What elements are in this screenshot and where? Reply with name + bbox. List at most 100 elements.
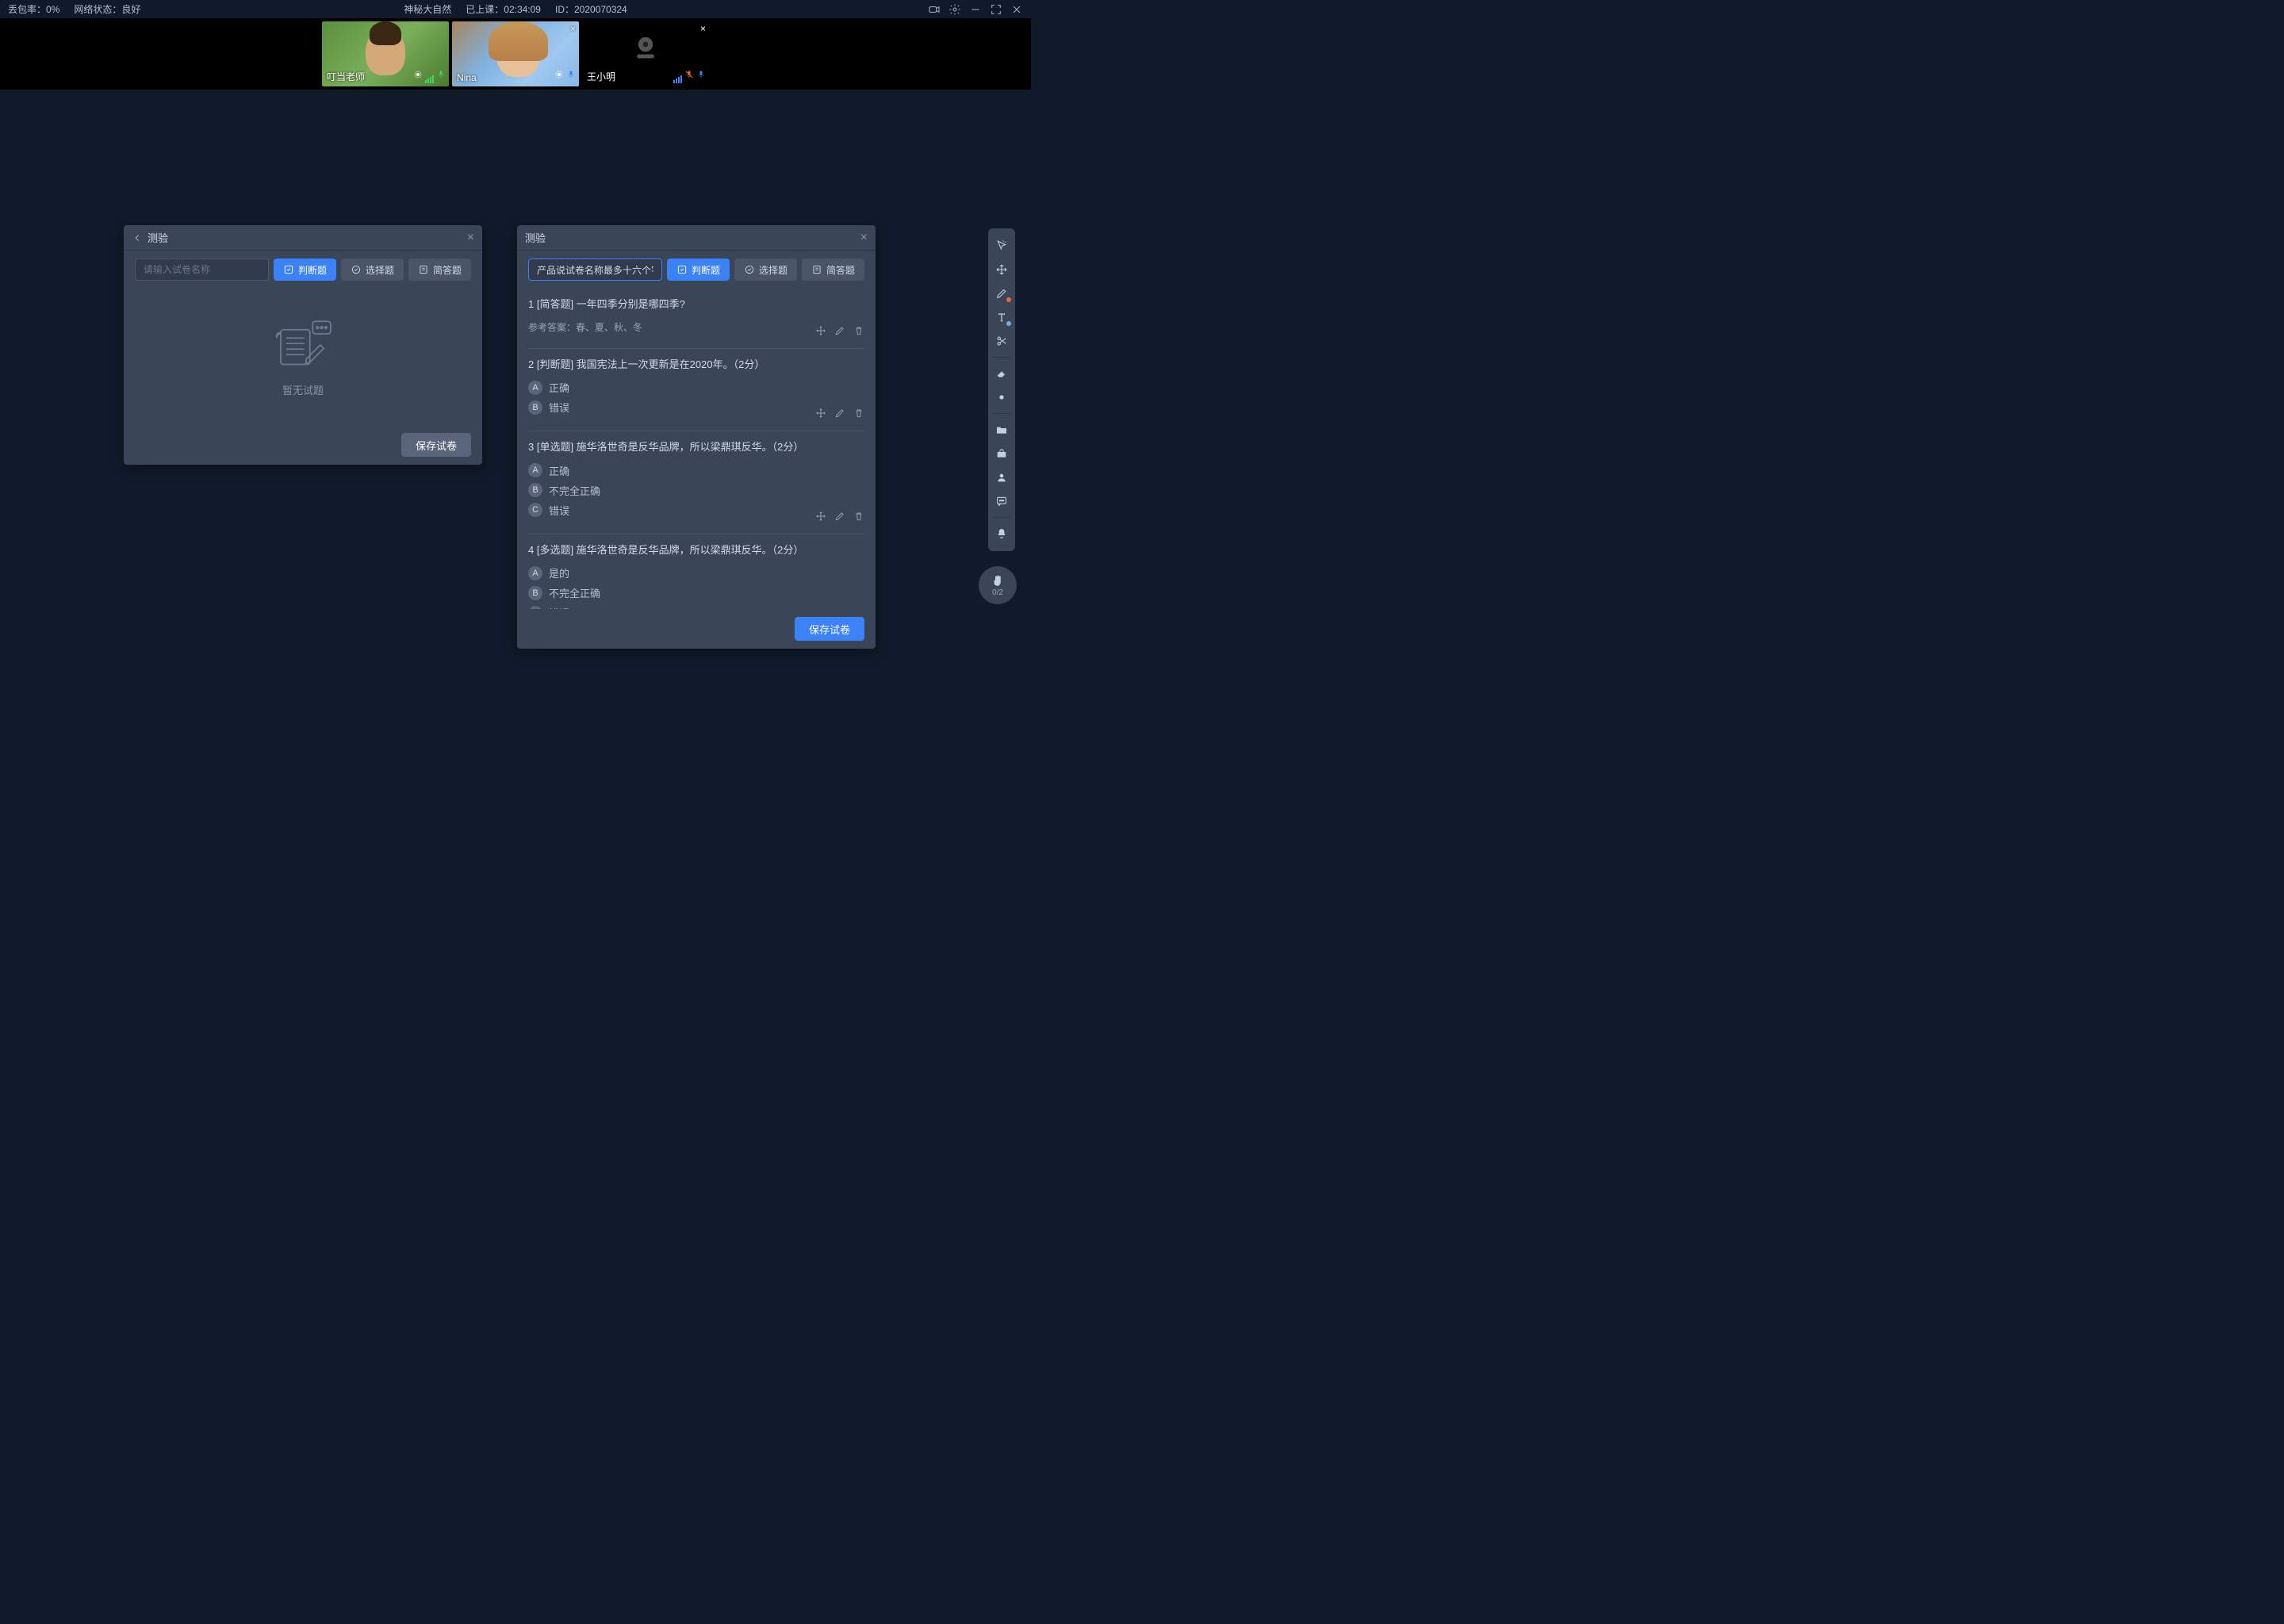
move-icon[interactable] (815, 325, 826, 340)
video-tile-teacher[interactable]: 叮当老师 (322, 21, 449, 86)
raise-hand-button[interactable]: 0/2 (979, 566, 1017, 604)
option-text: 不完全正确 (549, 483, 600, 498)
color-tool[interactable] (991, 386, 1013, 408)
scissors-tool[interactable] (991, 330, 1013, 352)
quiz-panel-filled: 测验 × 判断题 选择题 简答题 1 [简答题] 一年四季分别是哪四季? 参考答案… (517, 225, 876, 649)
move-icon[interactable] (815, 511, 826, 526)
question-option[interactable]: A 正确 (528, 463, 864, 478)
question-title: 4 [多选题] 施华洛世奇是反华品牌，所以梁鼎琪反华。（2分） (528, 542, 864, 558)
minimize-icon[interactable] (969, 3, 982, 16)
pen-tool[interactable] (991, 282, 1013, 304)
record-icon (413, 69, 423, 83)
network-status: 网络状态：良好 (74, 2, 140, 16)
video-tile-student-off[interactable]: × 王小明 (582, 21, 709, 86)
option-letter: A (528, 463, 542, 477)
camera-off-icon (630, 33, 661, 68)
edit-icon[interactable] (834, 511, 845, 526)
question-option[interactable]: B 不完全正确 (528, 483, 864, 498)
quiz-name-input[interactable] (135, 259, 269, 281)
question-option[interactable]: A 是的 (528, 565, 864, 580)
question-option[interactable]: B 不完全正确 (528, 585, 864, 600)
question-item: 2 [判断题] 我国宪法上一次更新是在2020年。（2分） A正确 B 错误 (528, 349, 864, 432)
tool-sidebar (988, 228, 1015, 551)
maximize-icon[interactable] (990, 3, 1002, 16)
option-letter: A (528, 566, 542, 580)
question-option[interactable]: C 错误 (528, 605, 864, 609)
record-icon (554, 69, 564, 83)
option-text: 不完全正确 (549, 585, 600, 600)
panel-title: 测验 (525, 230, 860, 245)
cursor-tool[interactable] (991, 235, 1013, 257)
bell-tool[interactable] (991, 523, 1013, 545)
question-title: 1 [简答题] 一年四季分别是哪四季? (528, 297, 864, 312)
option-text: 是的 (549, 565, 569, 580)
delete-icon[interactable] (853, 408, 864, 423)
signal-icon (673, 75, 682, 83)
user-tool[interactable] (991, 466, 1013, 488)
hand-count: 0/2 (992, 588, 1003, 597)
delete-icon[interactable] (853, 511, 864, 526)
camera-icon[interactable] (928, 3, 941, 16)
save-quiz-button[interactable]: 保存试卷 (795, 617, 864, 641)
close-icon[interactable] (1010, 3, 1023, 16)
question-option[interactable]: B 错误 (528, 400, 864, 415)
mic-icon (436, 69, 446, 83)
tab-short[interactable]: 简答题 (408, 259, 471, 281)
video-name: 王小明 (587, 70, 615, 83)
chat-tool[interactable] (991, 490, 1013, 512)
eraser-tool[interactable] (991, 362, 1013, 385)
tab-choice[interactable]: 选择题 (734, 259, 797, 281)
question-item: 4 [多选题] 施华洛世奇是反华品牌，所以梁鼎琪反华。（2分） A 是的 B 不完全正确… (528, 534, 864, 610)
tab-choice[interactable]: 选择题 (341, 259, 404, 281)
signal-icon (425, 75, 434, 83)
empty-text: 暂无试题 (282, 382, 324, 397)
packet-loss: 丢包率：0% (8, 2, 59, 16)
video-close-icon[interactable]: × (570, 23, 576, 34)
tab-short[interactable]: 简答题 (802, 259, 864, 281)
panel-close-icon[interactable]: × (860, 231, 868, 245)
folder-tool[interactable] (991, 419, 1013, 441)
option-letter: B (528, 483, 542, 497)
option-text: 正确 (549, 380, 569, 395)
option-letter: B (528, 400, 542, 415)
question-list: 1 [简答题] 一年四季分别是哪四季? 参考答案：春、夏、秋、冬 2 [判断题] 我… (517, 289, 876, 609)
question-option[interactable]: C错误 (528, 503, 864, 518)
session-id: ID：2020070324 (555, 2, 627, 16)
option-letter: C (528, 606, 542, 610)
video-name: Nina (457, 72, 477, 83)
quiz-panel-empty: 测验 × 判断题 选择题 简答题 暂无试题 保存试卷 (124, 225, 482, 465)
option-text: 错误 (549, 503, 569, 518)
move-icon[interactable] (815, 408, 826, 423)
video-tile-student[interactable]: × Nina (452, 21, 579, 86)
panel-close-icon[interactable]: × (467, 231, 474, 245)
class-title: 神秘大自然 (404, 2, 451, 16)
tab-judge[interactable]: 判断题 (667, 259, 730, 281)
tab-judge[interactable]: 判断题 (274, 259, 336, 281)
mic-icon (696, 69, 706, 83)
option-letter: B (528, 586, 542, 600)
back-icon[interactable] (132, 232, 143, 243)
text-tool[interactable] (991, 306, 1013, 328)
question-item: 3 [单选题] 施华洛世奇是反华品牌，所以梁鼎琪反华。（2分）A正确B不完全正确… (528, 431, 864, 534)
toolbox-tool[interactable] (991, 442, 1013, 465)
question-title: 2 [判断题] 我国宪法上一次更新是在2020年。（2分） (528, 357, 864, 373)
gear-icon[interactable] (948, 3, 961, 16)
edit-icon[interactable] (834, 408, 845, 423)
mic-muted-icon (684, 69, 694, 83)
question-option[interactable]: A正确 (528, 380, 864, 395)
video-strip: 叮当老师 × Nina × 王小明 (0, 18, 1031, 90)
panel-title: 测验 (148, 230, 467, 245)
answer-reference: 参考答案：春、夏、秋、冬 (528, 320, 864, 334)
option-text: 正确 (549, 463, 569, 478)
save-quiz-button[interactable]: 保存试卷 (401, 433, 471, 457)
top-bar: 丢包率：0% 网络状态：良好 神秘大自然 已上课：02:34:09 ID：202… (0, 0, 1031, 18)
video-close-icon[interactable]: × (700, 23, 706, 34)
move-tool[interactable] (991, 259, 1013, 281)
option-text: 错误 (549, 400, 569, 415)
empty-state: 暂无试题 (135, 289, 471, 425)
quiz-name-input[interactable] (528, 259, 662, 281)
delete-icon[interactable] (853, 325, 864, 340)
edit-icon[interactable] (834, 325, 845, 340)
option-text: 错误 (549, 605, 569, 609)
elapsed-time: 已上课：02:34:09 (466, 2, 541, 16)
